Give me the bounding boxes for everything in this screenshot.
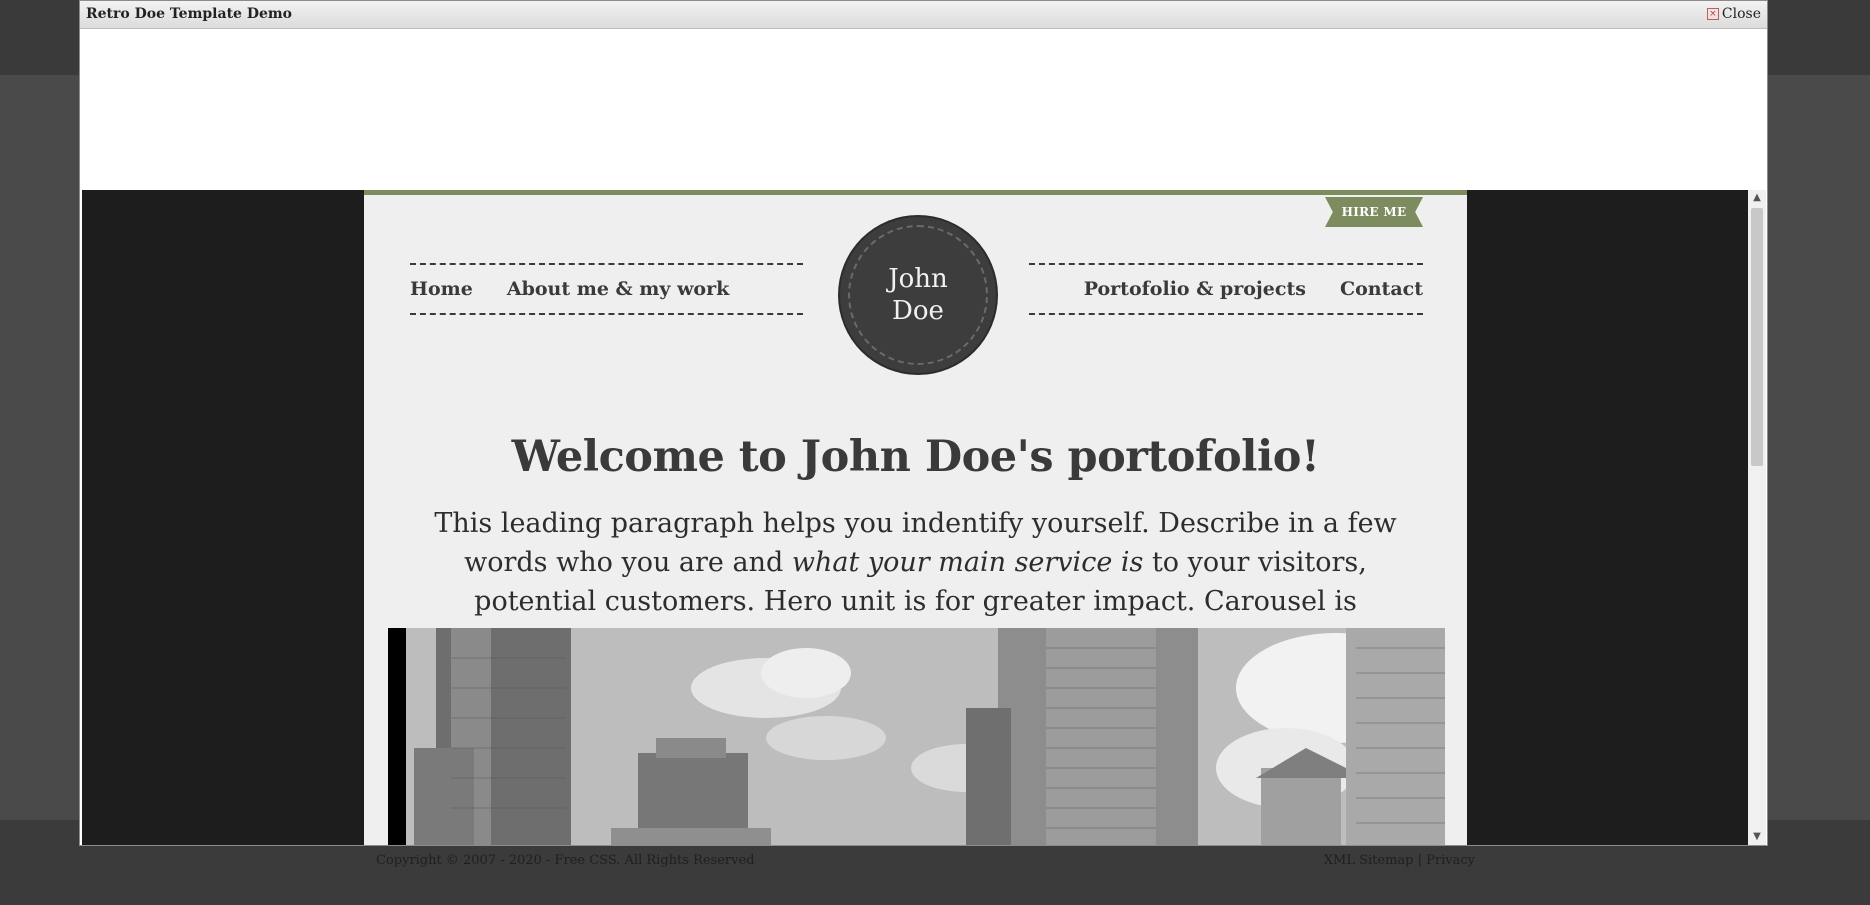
footer-separator: | — [1417, 853, 1423, 868]
close-icon[interactable]: × — [1706, 8, 1719, 20]
carousel-image — [406, 628, 1445, 845]
scroll-thumb[interactable] — [1751, 208, 1763, 466]
logo-text[interactable]: John Doe — [848, 225, 988, 365]
logo-line-2: Doe — [892, 296, 944, 326]
carousel[interactable] — [388, 628, 1445, 845]
demo-modal: Retro Doe Template Demo × Close HIRE ME … — [79, 0, 1768, 846]
footer-copyright: Copyright © 2007 - 2020 - Free CSS. All … — [376, 853, 755, 868]
site-logo[interactable]: John Doe — [840, 217, 996, 373]
scroll-up-icon[interactable]: ▲ — [1748, 190, 1766, 206]
hero-title: Welcome to John Doe's portofolio! — [511, 431, 1320, 482]
frame-scrollbar[interactable]: ▲ ▼ — [1748, 190, 1766, 845]
nav-about[interactable]: About me & my work — [507, 278, 729, 300]
logo-line-1: John — [888, 264, 948, 294]
modal-title: Retro Doe Template Demo — [86, 6, 293, 22]
city-skyline-image — [406, 628, 1445, 845]
sitemap-link[interactable]: XML Sitemap — [1324, 853, 1414, 868]
close-label[interactable]: Close — [1722, 6, 1761, 22]
scroll-down-icon[interactable]: ▼ — [1748, 829, 1766, 845]
nav-left: Home About me & my work — [410, 263, 803, 315]
footer-links: XML Sitemap | Privacy — [1324, 853, 1475, 868]
hire-me-button[interactable]: HIRE ME — [1325, 197, 1423, 227]
modal-titlebar: Retro Doe Template Demo × Close — [80, 1, 1767, 29]
nav-home[interactable]: Home — [410, 278, 473, 300]
close-button[interactable]: × Close — [1706, 6, 1761, 22]
nav-portfolio[interactable]: Portofolio & projects — [1084, 278, 1306, 300]
nav-right: Portofolio & projects Contact — [1029, 263, 1423, 315]
nav-contact[interactable]: Contact — [1340, 278, 1423, 300]
template-preview-frame: HIRE ME Home About me & my work John Doe… — [82, 190, 1748, 845]
site-container: HIRE ME Home About me & my work John Doe… — [364, 190, 1467, 845]
privacy-link[interactable]: Privacy — [1426, 853, 1475, 868]
hero-lead-emphasis: what your main service is — [791, 547, 1144, 578]
